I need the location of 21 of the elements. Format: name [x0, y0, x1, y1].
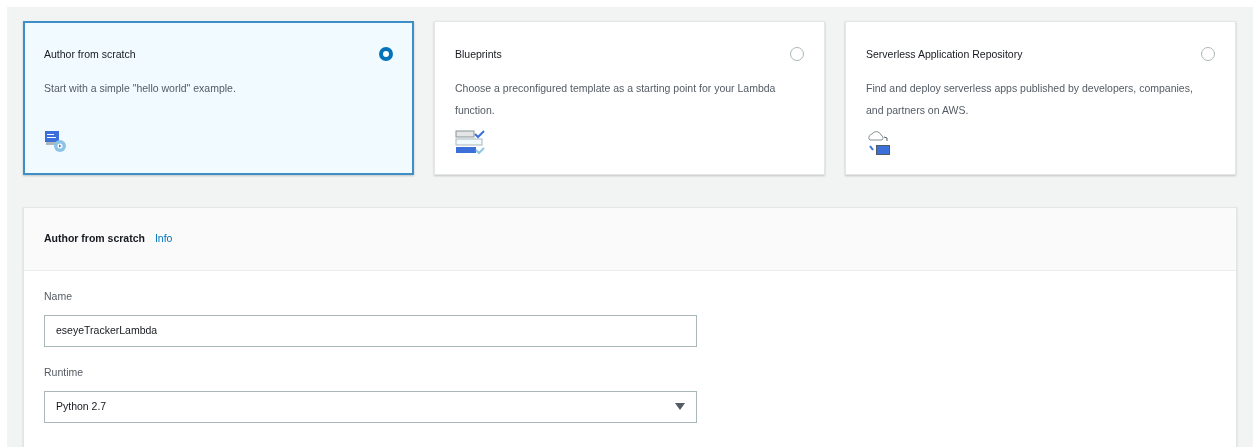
option-title: Blueprints: [455, 47, 502, 62]
option-description: Start with a simple "hello world" example.: [44, 80, 237, 96]
option-description: Find and deploy serverless apps published by developers, companies, and partners on AWS.: [866, 80, 1194, 118]
gear-window-icon: [44, 128, 68, 153]
checklist-icon: [455, 128, 485, 157]
option-card[interactable]: Blueprints Choose a preconfigured template as a starting point for your Lambda function.: [434, 21, 825, 175]
option-card[interactable]: Author from scratch Start with a simple "hello world" example.: [23, 21, 414, 175]
option-title: Author from scratch: [44, 47, 136, 62]
radio-button[interactable]: [379, 47, 393, 61]
option-description: Choose a preconfigured template as a starting point for your Lambda function.: [455, 80, 777, 118]
runtime-dropdown[interactable]: Python 2.7: [44, 390, 697, 423]
name-input-field[interactable]: eseyeTrackerLambda: [44, 314, 697, 347]
info-link[interactable]: Info: [154, 231, 173, 247]
option-title: Serverless Application Repository: [866, 47, 1023, 62]
option-card[interactable]: Serverless Application Repository Find and deploy serverless apps published by developers, companies, and partners on AWS.: [845, 21, 1236, 175]
radio-button[interactable]: [790, 47, 804, 61]
field-label: Name: [44, 289, 72, 304]
panel-title: Author from scratch: [44, 231, 145, 247]
caret-icon: [675, 403, 685, 410]
radio-button[interactable]: [1201, 47, 1215, 61]
field-label: Runtime: [44, 364, 84, 380]
